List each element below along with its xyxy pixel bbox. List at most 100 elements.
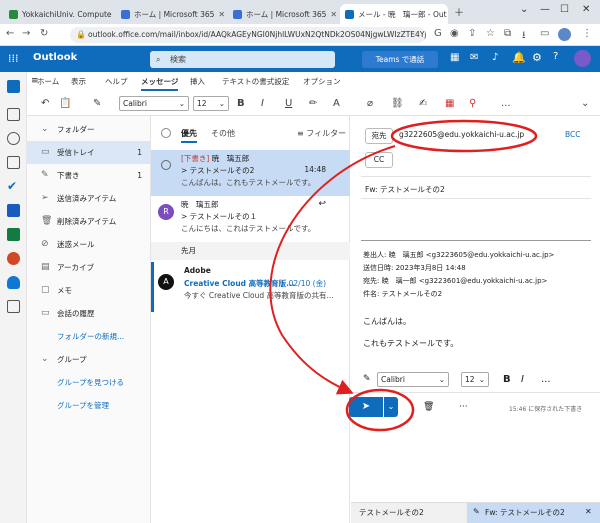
trash-icon[interactable]: 🗑 xyxy=(423,402,434,412)
compose-tab-active[interactable]: ✎ Fw: テストメールその2 ✕ xyxy=(467,503,600,523)
select-checkbox[interactable] xyxy=(161,160,171,170)
powerpoint-icon[interactable] xyxy=(7,252,20,265)
more-options-button[interactable]: ... xyxy=(501,98,511,109)
star-icon[interactable]: ☆ xyxy=(486,28,495,39)
link-icon[interactable]: ⛓ xyxy=(391,98,404,109)
compose-font-select[interactable]: Calibri ⌄ xyxy=(377,372,449,387)
send-button[interactable]: ➤ xyxy=(349,397,383,417)
chevron-down-icon[interactable]: ⌄ xyxy=(520,4,528,15)
folder-archive[interactable]: ▤ アーカイブ xyxy=(27,256,150,279)
font-color-icon[interactable]: A xyxy=(333,98,340,109)
close-icon[interactable]: ✕ xyxy=(585,507,592,516)
chevron-down-icon[interactable]: ⌄ xyxy=(581,98,589,109)
tips-icon[interactable]: ✉ xyxy=(470,52,478,63)
tab-insert[interactable]: 挿入 xyxy=(190,76,205,87)
tab-options[interactable]: オプション xyxy=(303,76,341,87)
table-icon[interactable]: ▦ xyxy=(445,98,454,109)
url-field[interactable]: 🔒 outlook.office.com/mail/inbox/id/AAQkA… xyxy=(70,27,426,43)
to-button[interactable]: 宛先 xyxy=(365,128,393,144)
profile-avatar[interactable] xyxy=(558,28,571,41)
find-groups-link[interactable]: グループを見つける xyxy=(27,371,150,394)
more-icon[interactable]: ··· xyxy=(459,402,468,412)
search-input[interactable]: ⌕ 検索 xyxy=(150,51,335,68)
extensions-icon[interactable]: ⧉ xyxy=(504,28,511,39)
tab-view[interactable]: 表示 xyxy=(71,76,86,87)
format-painter-icon[interactable]: ✎ xyxy=(363,374,371,384)
mail-icon[interactable] xyxy=(7,80,20,93)
to-recipient[interactable]: g3222605@edu.yokkaichi-u.ac.jp xyxy=(399,130,524,139)
minimize-icon[interactable]: — xyxy=(540,4,550,15)
share-icon[interactable]: ⇪ xyxy=(468,28,476,39)
manage-groups-link[interactable]: グループを管理 xyxy=(27,394,150,417)
list-item[interactable]: A Adobe Creative Cloud 高等教育版... 02/10 (金… xyxy=(151,262,350,312)
avatar[interactable] xyxy=(574,50,591,67)
bcc-button[interactable]: BCC xyxy=(565,130,581,139)
list-item[interactable]: [下書き] 暁 璃五郎 > テストメールその2 14:48 こんばんは。これもテ… xyxy=(151,150,350,196)
reload-icon[interactable]: ↻ xyxy=(40,28,48,39)
filter-button[interactable]: ≡ フィルター xyxy=(297,128,346,139)
bell-icon[interactable]: 🔔 xyxy=(512,51,526,64)
compose-tab[interactable]: テストメールその2 xyxy=(359,507,424,518)
send-options-button[interactable]: ⌄ xyxy=(384,397,398,417)
maximize-icon[interactable]: ☐ xyxy=(560,4,569,15)
bold-button[interactable]: B xyxy=(503,374,511,385)
people-icon[interactable] xyxy=(7,132,20,145)
close-icon[interactable]: ✕ xyxy=(214,10,225,19)
folders-header[interactable]: ⌄ フォルダー xyxy=(27,118,150,141)
close-icon[interactable]: ✕ xyxy=(447,10,448,19)
underline-button[interactable]: U xyxy=(285,98,292,109)
word-icon[interactable] xyxy=(7,204,20,217)
new-folder-link[interactable]: フォルダーの新規... xyxy=(27,325,150,348)
download-icon[interactable]: ⭳ xyxy=(522,28,526,45)
folder-junk[interactable]: ⊘ 迷惑メール xyxy=(27,233,150,256)
attach-icon[interactable]: ⌀ xyxy=(367,98,373,109)
teams-call-button[interactable]: Teams で通話 xyxy=(362,51,438,68)
select-all-checkbox[interactable] xyxy=(161,128,171,138)
calendar-icon[interactable]: ▦ xyxy=(450,52,459,63)
browser-tab[interactable]: YokkaichiUniv. Compute✕ xyxy=(4,4,114,24)
folder-notes[interactable]: ▢ メモ xyxy=(27,279,150,302)
tab-format-text[interactable]: テキストの書式設定 xyxy=(222,76,289,87)
folder-inbox[interactable]: ▭ 受信トレイ 1 xyxy=(27,141,150,164)
highlight-icon[interactable]: ✏ xyxy=(309,98,317,109)
signature-icon[interactable]: ✍ xyxy=(419,98,427,109)
calendar-icon[interactable] xyxy=(7,108,20,121)
close-icon[interactable]: ✕ xyxy=(326,10,337,19)
excel-icon[interactable] xyxy=(7,228,20,241)
megaphone-icon[interactable]: ♪ xyxy=(492,52,498,63)
cc-button[interactable]: CC xyxy=(365,152,393,168)
clipboard-icon[interactable]: 📋 xyxy=(59,98,71,109)
back-icon[interactable]: ← xyxy=(6,28,14,39)
more-icon[interactable]: ... xyxy=(541,374,551,385)
close-window-icon[interactable]: ✕ xyxy=(582,4,590,15)
folder-sent[interactable]: ➢ 送信済みアイテム xyxy=(27,187,150,210)
menu-icon[interactable]: ⋮ xyxy=(582,28,592,39)
forward-icon[interactable]: → xyxy=(22,28,30,39)
sensitivity-icon[interactable]: ⚲ xyxy=(469,98,476,109)
font-select[interactable]: Calibri ⌄ xyxy=(119,96,189,111)
groups-header[interactable]: ⌄ グループ xyxy=(27,348,150,371)
google-icon[interactable]: G xyxy=(434,28,442,39)
eye-icon[interactable]: ◉ xyxy=(450,28,459,39)
apps-icon[interactable] xyxy=(7,300,20,313)
font-size-select[interactable]: 12 ⌄ xyxy=(193,96,229,111)
bold-button[interactable]: B xyxy=(237,98,245,109)
tab-message[interactable]: メッセージ xyxy=(141,76,179,91)
onedrive-icon[interactable] xyxy=(7,276,20,289)
sidebar-icon[interactable]: ▭ xyxy=(540,28,549,39)
close-icon[interactable]: ✕ xyxy=(112,10,114,19)
new-tab-icon[interactable]: ＋ xyxy=(454,4,464,19)
tab-help[interactable]: ヘルプ xyxy=(105,76,128,87)
attach-icon[interactable] xyxy=(7,156,20,169)
undo-icon[interactable]: ↶ xyxy=(41,98,49,109)
tab-focused[interactable]: 優先 xyxy=(181,128,197,143)
italic-button[interactable]: I xyxy=(261,98,264,109)
tab-home[interactable]: ホーム xyxy=(37,76,59,87)
tab-other[interactable]: その他 xyxy=(211,128,235,139)
help-icon[interactable]: ? xyxy=(553,51,558,62)
list-item[interactable]: R 暁 璃五郎 > テストメールその１ ↩ こんにちは、これはテストメールです。 xyxy=(151,196,350,242)
gear-icon[interactable]: ⚙ xyxy=(532,51,542,64)
app-launcher-icon[interactable]: ⁞⁞⁞ xyxy=(8,52,19,65)
folder-deleted[interactable]: 🗑 削除済みアイテム xyxy=(27,210,150,233)
todo-icon[interactable]: ✔ xyxy=(7,180,20,193)
